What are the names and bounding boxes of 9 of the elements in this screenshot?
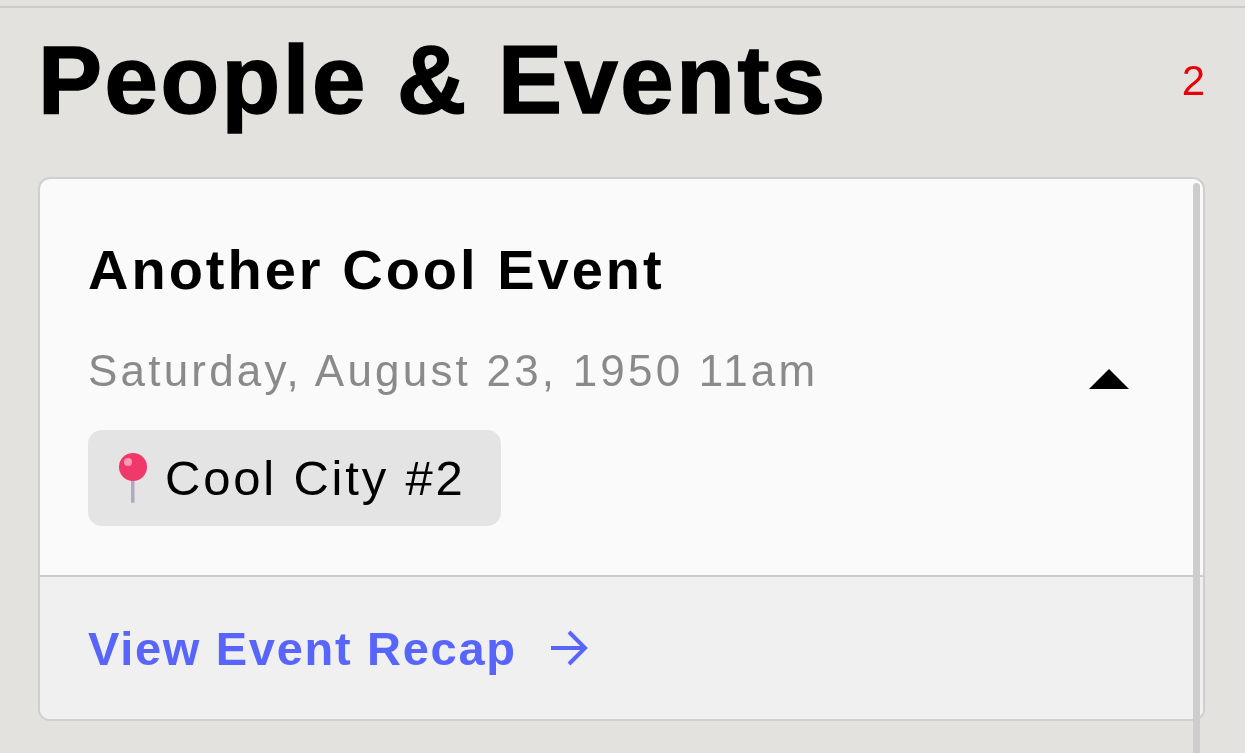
count-label: 2 xyxy=(1181,60,1205,102)
event-title: Another Cool Event xyxy=(88,242,666,298)
caret-icon[interactable] xyxy=(1089,369,1129,389)
pin-icon xyxy=(118,453,148,503)
page-title: People & Events xyxy=(38,25,829,135)
location-label: Cool City #2 xyxy=(165,453,466,503)
scrollbar[interactable] xyxy=(1193,183,1200,753)
arrow-right-icon xyxy=(548,629,589,667)
event-date: Saturday, August 23, 1950 11am xyxy=(88,349,819,393)
